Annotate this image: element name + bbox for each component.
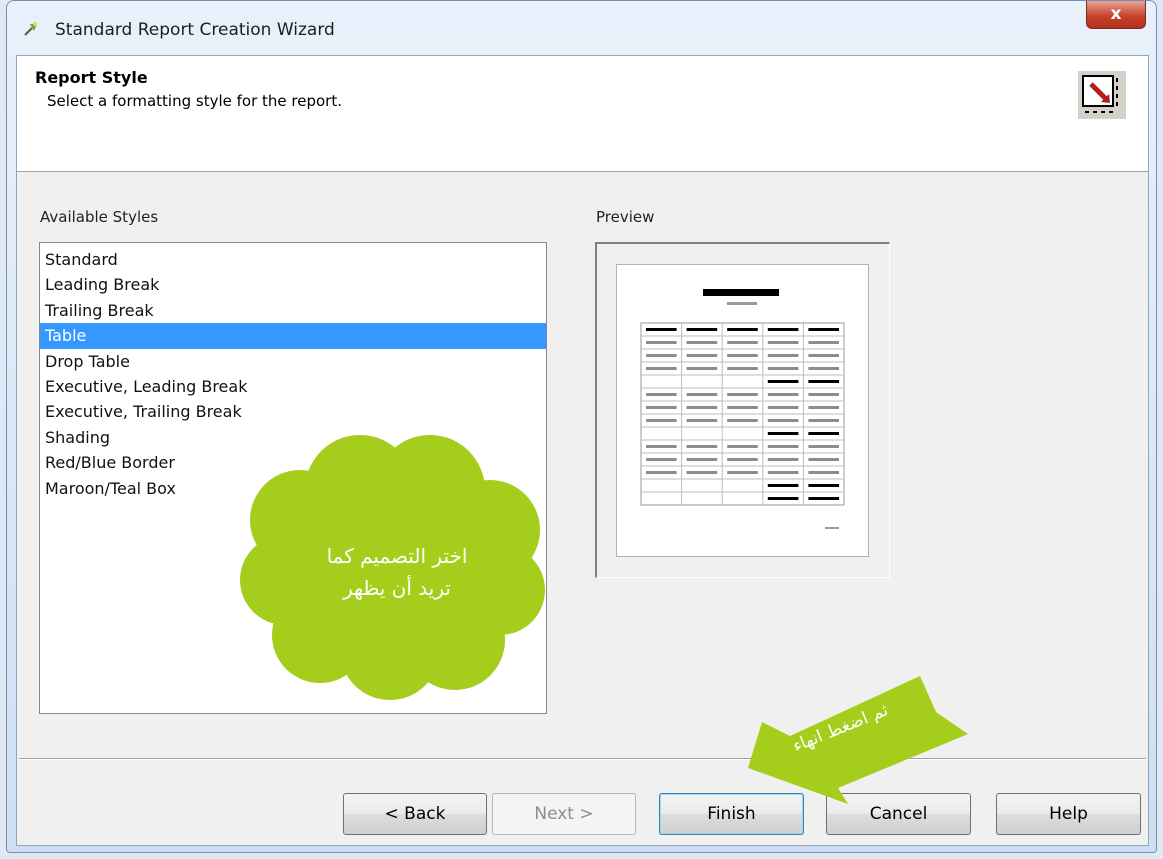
preview-cell-bar	[808, 328, 839, 331]
cloud-text-line1: اختر التصميم كما	[326, 544, 468, 568]
next-button[interactable]: Next >	[492, 793, 636, 835]
preview-cell-bar	[686, 341, 718, 344]
list-item[interactable]: Executive, Trailing Break	[40, 399, 546, 424]
preview-cell-bar	[686, 328, 718, 331]
preview-cell-bar	[727, 328, 758, 331]
preview-cell-bar	[767, 406, 799, 409]
preview-cell-bar	[767, 341, 799, 344]
close-button[interactable]: x	[1086, 1, 1146, 29]
preview-title-bar	[703, 289, 779, 296]
preview-cell-bar	[727, 354, 758, 357]
preview-cell-bar	[686, 458, 718, 461]
preview-cell-bar	[808, 406, 839, 409]
back-button[interactable]: < Back	[343, 793, 487, 835]
cloud-text-line2: تريد أن يظهر	[343, 576, 451, 600]
finish-button[interactable]: Finish	[659, 793, 804, 835]
title-bar[interactable]: Standard Report Creation Wizard x	[7, 1, 1156, 55]
preview-cell-bar	[686, 471, 718, 474]
preview-cell-bar	[727, 393, 758, 396]
preview-cell-bar	[646, 419, 677, 422]
preview-cell-bar	[808, 458, 839, 461]
preview-cell-bar	[727, 445, 758, 448]
style-preview-thumbnail	[616, 264, 869, 557]
preview-cell-bar	[646, 445, 677, 448]
preview-cell-bar	[808, 497, 839, 500]
preview-cell-bar	[767, 458, 799, 461]
window-title: Standard Report Creation Wizard	[55, 20, 335, 40]
preview-cell-bar	[767, 445, 799, 448]
preview-cell-bar	[646, 406, 677, 409]
preview-cell-bar	[646, 393, 677, 396]
help-button[interactable]: Help	[996, 793, 1141, 835]
preview-cell-bar	[767, 471, 799, 474]
preview-cell-bar	[808, 484, 839, 487]
preview-cell-bar	[727, 419, 758, 422]
preview-label: Preview	[596, 208, 655, 226]
preview-cell-bar	[767, 380, 799, 383]
preview-cell-bar	[686, 445, 718, 448]
annotation-cloud-text: اختر التصميم كما تريد أن يظهر	[292, 540, 502, 604]
list-item[interactable]: Maroon/Teal Box	[40, 476, 546, 501]
preview-cell-bar	[686, 419, 718, 422]
wizard-window: Standard Report Creation Wizard x Report…	[6, 0, 1157, 853]
wizard-client-area: Report Style Select a formatting style f…	[16, 55, 1149, 846]
preview-cell-bar	[808, 445, 839, 448]
list-item[interactable]: Shading	[40, 425, 546, 450]
styles-listbox[interactable]: Standard Leading Break Trailing Break Ta…	[39, 242, 547, 714]
preview-cell-bar	[767, 328, 799, 331]
list-item[interactable]: Drop Table	[40, 349, 546, 374]
preview-cell-bar	[727, 406, 758, 409]
preview-cell-bar	[808, 341, 839, 344]
preview-cell-bar	[686, 354, 718, 357]
preview-cell-bar	[808, 367, 839, 370]
preview-cell-bar	[767, 354, 799, 357]
preview-cell-bar	[808, 471, 839, 474]
cancel-button[interactable]: Cancel	[826, 793, 971, 835]
preview-cell-bar	[808, 432, 839, 435]
page-title: Report Style	[35, 68, 148, 87]
preview-cell-bar	[808, 380, 839, 383]
preview-cell-bar	[646, 354, 677, 357]
preview-cell-bar	[727, 458, 758, 461]
preview-cell-bar	[767, 497, 799, 500]
header-panel: Report Style Select a formatting style f…	[17, 56, 1148, 172]
preview-cell-bar	[727, 341, 758, 344]
preview-cell-bar	[646, 341, 677, 344]
list-item[interactable]: Red/Blue Border	[40, 450, 546, 475]
page-subtitle: Select a formatting style for the report…	[47, 92, 342, 110]
preview-cell-bar	[767, 432, 799, 435]
list-item-selected[interactable]: Table	[40, 323, 546, 349]
preview-cell-bar	[686, 406, 718, 409]
preview-cell-bar	[646, 367, 677, 370]
report-wizard-icon	[1078, 71, 1126, 119]
preview-cell-bar	[646, 458, 677, 461]
preview-subtitle-bar	[727, 302, 757, 305]
preview-cell-bar	[767, 484, 799, 487]
list-item[interactable]: Standard	[40, 247, 546, 272]
list-item[interactable]: Trailing Break	[40, 298, 546, 323]
available-styles-label: Available Styles	[40, 208, 159, 226]
preview-cell-bar	[686, 367, 718, 370]
preview-cell-bar	[767, 393, 799, 396]
preview-cell-bar	[767, 419, 799, 422]
preview-cell-bar	[646, 471, 677, 474]
preview-cell-bar	[646, 328, 677, 331]
wizard-app-icon	[24, 22, 37, 36]
preview-cell-bar	[808, 419, 839, 422]
preview-cell-bar	[727, 471, 758, 474]
preview-cell-bar	[767, 367, 799, 370]
preview-cell-bar	[686, 393, 718, 396]
footer-separator	[19, 758, 1146, 760]
preview-cell-bar	[808, 354, 839, 357]
preview-cell-bar	[727, 367, 758, 370]
list-item[interactable]: Leading Break	[40, 272, 546, 297]
list-item[interactable]: Executive, Leading Break	[40, 374, 546, 399]
preview-drawing	[640, 289, 845, 529]
preview-footer-bar	[825, 527, 839, 529]
preview-cell-bar	[808, 393, 839, 396]
